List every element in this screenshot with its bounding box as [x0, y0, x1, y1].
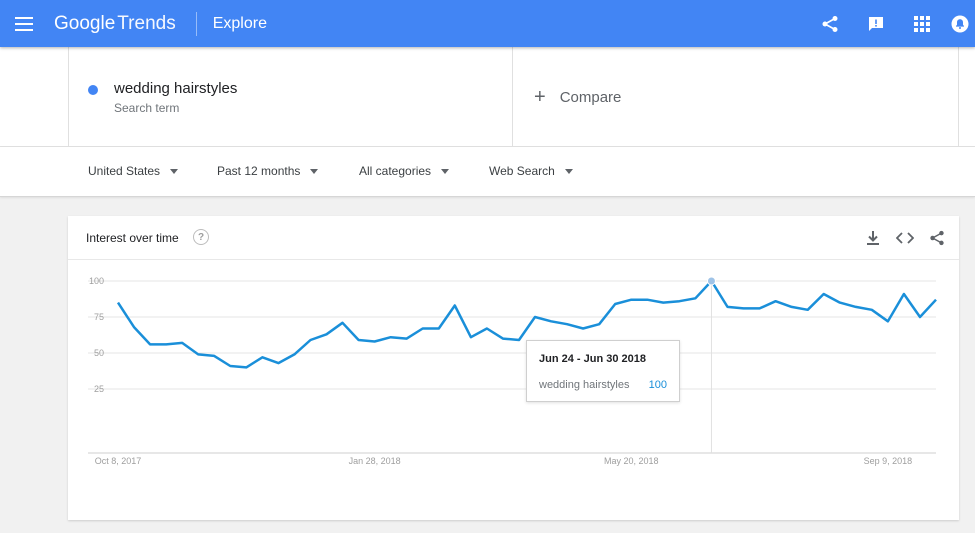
chevron-down-icon: [170, 168, 179, 174]
search-property-value: Web Search: [489, 164, 555, 178]
time-range-value: Past 12 months: [217, 164, 301, 178]
notifications-icon[interactable]: [945, 0, 975, 47]
chevron-down-icon: [441, 168, 450, 174]
tooltip-value: 100: [648, 379, 667, 391]
logo-google: Google: [54, 12, 116, 34]
category-dropdown[interactable]: All categories: [359, 164, 450, 178]
logo-trends: Trends: [117, 12, 176, 34]
search-term-type: Search term: [114, 101, 180, 115]
card-actions: [861, 226, 949, 250]
interest-line-chart[interactable]: 25 50 75 100 Oct 8, 2017 Jan 28, 2018 May 20, …: [68, 260, 959, 510]
region-value: United States: [88, 164, 161, 178]
tooltip-date: Jun 24 - Jun 30 2018: [539, 353, 646, 365]
search-property-dropdown[interactable]: Web Search: [489, 164, 573, 178]
y-tick-label: 100: [89, 276, 104, 286]
card-header: Interest over time ?: [68, 216, 959, 260]
menu-icon[interactable]: [0, 0, 48, 47]
chevron-down-icon: [564, 168, 573, 174]
interest-over-time-card: Interest over time ? 25 50 75 100 Oct 8, 201…: [68, 216, 959, 520]
feedback-icon[interactable]: [853, 0, 899, 47]
data-point: [706, 276, 716, 286]
embed-code-icon[interactable]: [893, 226, 917, 250]
google-trends-logo[interactable]: Google Trends: [54, 13, 176, 35]
compare-button[interactable]: + Compare: [534, 86, 622, 108]
download-icon[interactable]: [861, 226, 885, 250]
term-color-dot: [88, 85, 98, 95]
header-divider: [195, 11, 197, 36]
x-tick-label: Oct 8, 2017: [95, 456, 142, 466]
apps-grid-icon[interactable]: [899, 0, 945, 47]
time-range-dropdown[interactable]: Past 12 months: [217, 164, 319, 178]
card-title: Interest over time: [86, 231, 179, 245]
plus-icon: +: [534, 86, 546, 108]
top-app-bar: Google Trends Explore: [0, 0, 975, 47]
explore-link[interactable]: Explore: [213, 15, 267, 33]
y-tick-label: 25: [94, 384, 104, 394]
chart-tooltip: Jun 24 - Jun 30 2018 wedding hairstyles …: [526, 340, 680, 402]
chevron-down-icon: [310, 168, 319, 174]
share-icon[interactable]: [925, 226, 949, 250]
search-term-area: wedding hairstyles Search term + Compare: [0, 47, 975, 147]
search-area-edge: [958, 47, 959, 147]
compare-label: Compare: [559, 88, 622, 106]
x-tick-label: Sep 9, 2018: [864, 456, 913, 466]
y-tick-label: 50: [94, 348, 104, 358]
top-actions: [807, 0, 975, 47]
y-tick-label: 75: [94, 312, 104, 322]
search-term-card[interactable]: wedding hairstyles Search term: [68, 47, 513, 147]
search-term-name[interactable]: wedding hairstyles: [114, 80, 237, 97]
category-value: All categories: [359, 164, 432, 178]
share-icon[interactable]: [807, 0, 853, 47]
help-icon[interactable]: ?: [193, 229, 209, 245]
x-tick-label: May 20, 2018: [604, 456, 659, 466]
filter-bar: United States Past 12 months All categor…: [0, 147, 975, 197]
tooltip-series-label: wedding hairstyles: [539, 379, 630, 391]
region-dropdown[interactable]: United States: [88, 164, 179, 178]
x-tick-label: Jan 28, 2018: [349, 456, 401, 466]
